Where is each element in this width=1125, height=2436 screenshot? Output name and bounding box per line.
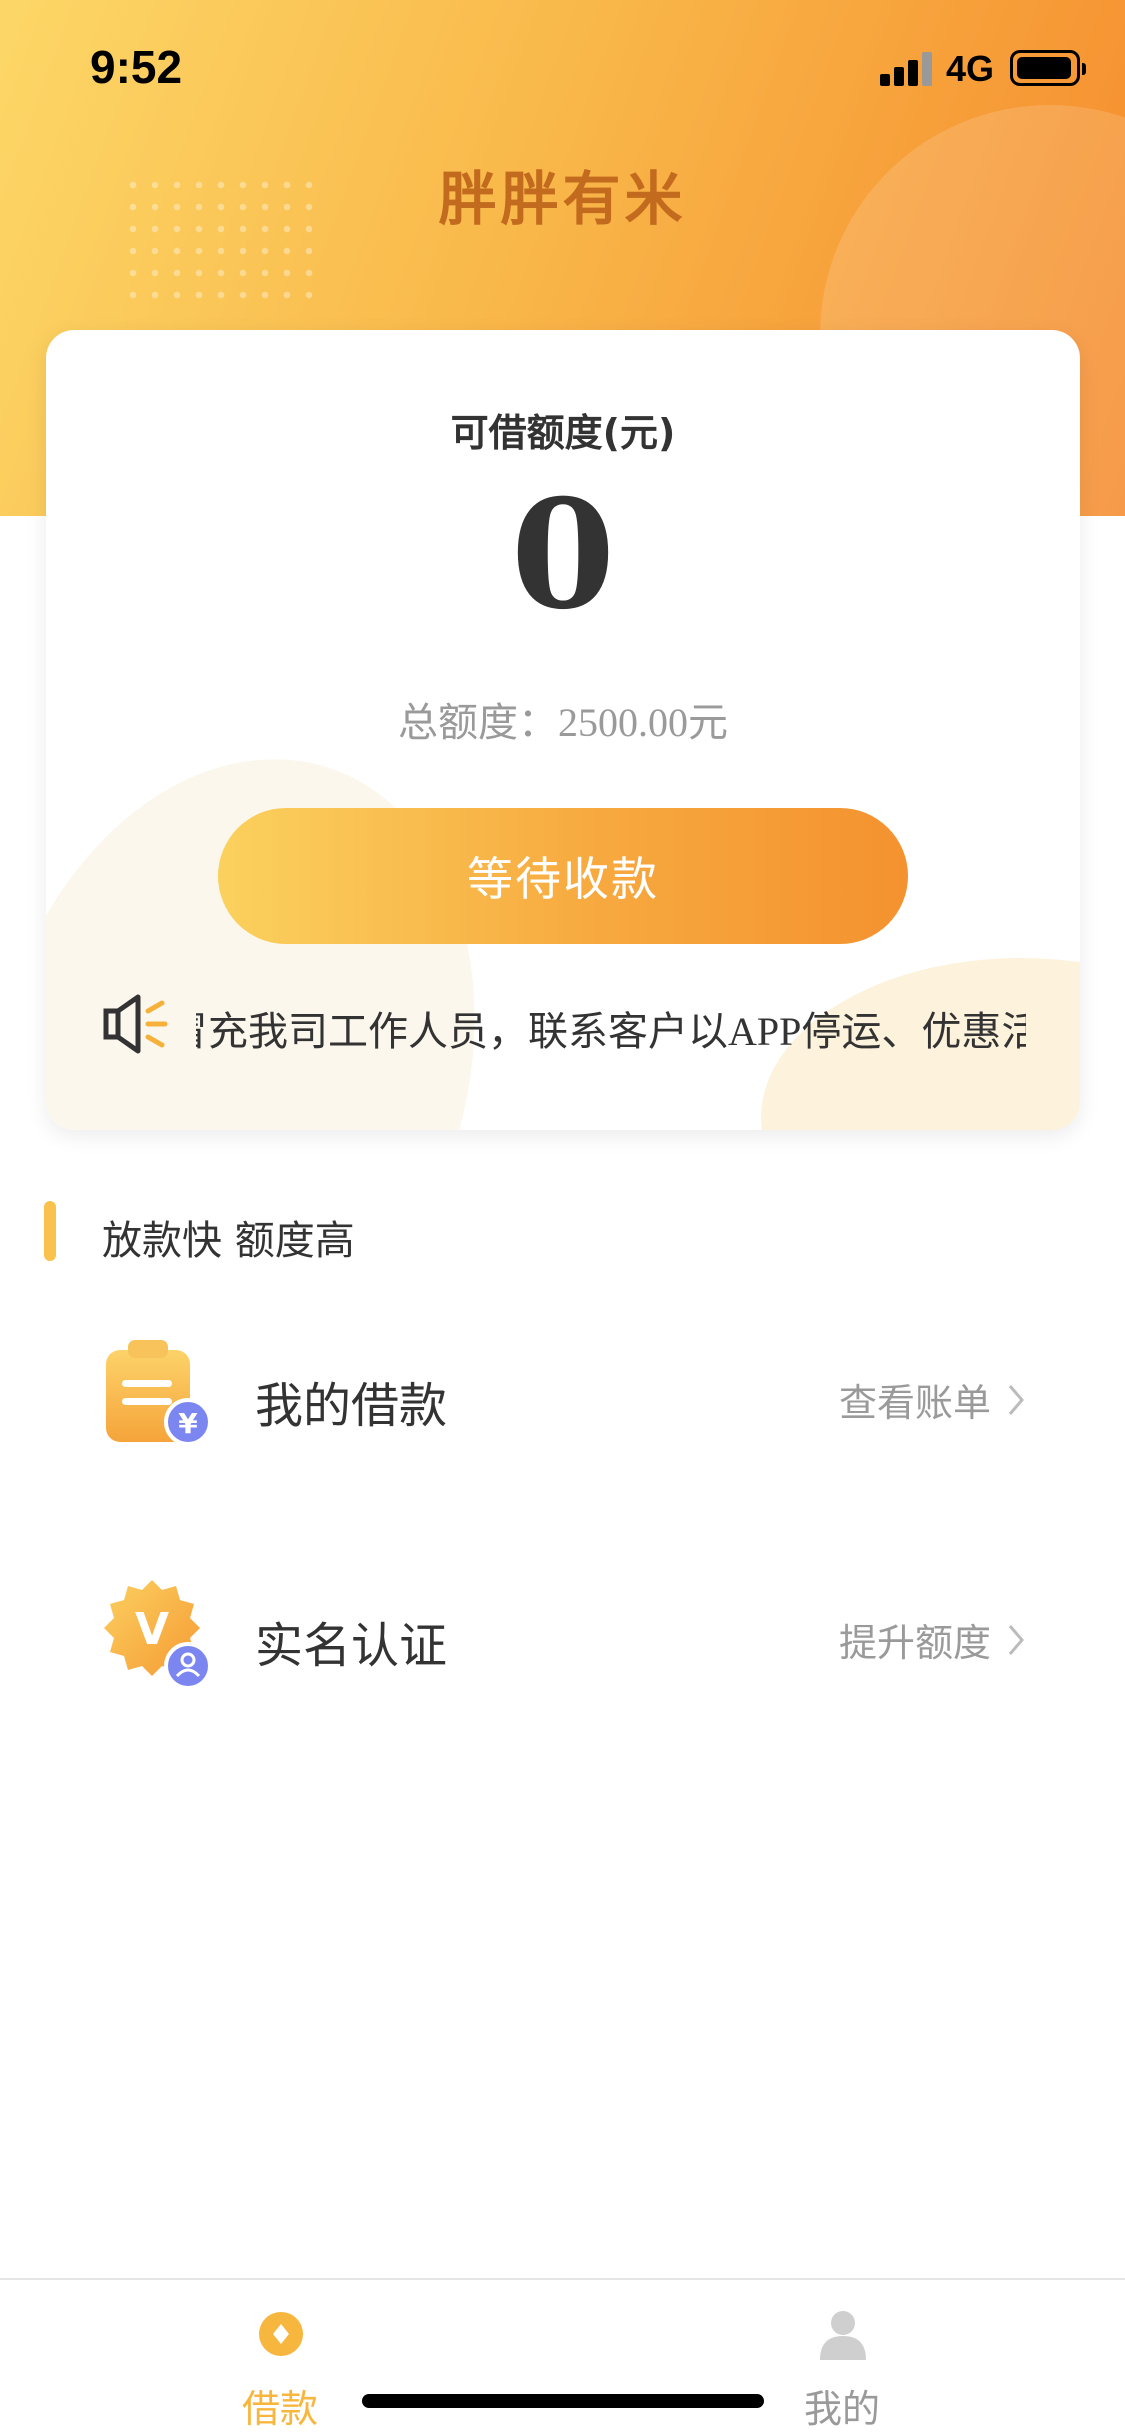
section-accent-bar — [44, 1201, 56, 1261]
raise-limit-link[interactable]: 提升额度 — [839, 1612, 1025, 1667]
available-credit-label: 可借额度(元) — [450, 411, 676, 455]
battery-icon — [1010, 50, 1086, 86]
app-title: 胖胖有米 — [438, 165, 687, 233]
verified-badge-icon: V — [104, 1580, 212, 1690]
chevron-right-icon — [1008, 1384, 1024, 1415]
loan-tab-icon — [259, 2312, 303, 2356]
menu-item-real-name-verification[interactable]: V 实名认证 提升额度 — [0, 1556, 1125, 1716]
notice-text: 冒充我司工作人员，联系客户以APP停运、优惠活动等为由 — [196, 1009, 1026, 1054]
available-credit-amount: 0 — [510, 467, 616, 643]
status-time: 9:52 — [90, 41, 183, 93]
tab-label-loan: 借款 — [241, 2387, 318, 2431]
menu-label-my-loans: 我的借款 — [255, 1378, 448, 1434]
status-bar: 9:52 4G — [0, 0, 1125, 132]
credit-limit-card: 可借额度(元) 0 总额度：2500.00元 等待收款 冒充我司工作人员，联系客… — [46, 330, 1080, 1130]
loan-clipboard-icon: ¥ — [106, 1340, 212, 1446]
profile-tab-icon — [820, 2311, 866, 2360]
tab-label-mine: 我的 — [803, 2387, 880, 2431]
menu-item-my-loans[interactable]: ¥ 我的借款 查看账单 — [0, 1316, 1125, 1476]
view-bill-link[interactable]: 查看账单 — [839, 1372, 1025, 1427]
notice-marquee: 冒充我司工作人员，联系客户以APP停运、优惠活动等为由 — [196, 985, 1026, 1065]
tab-mine[interactable]: 我的 — [742, 2280, 942, 2436]
network-type: 4G — [946, 48, 995, 89]
menu-label-verification: 实名认证 — [255, 1618, 448, 1674]
signal-strength-icon — [880, 52, 936, 86]
wait-receive-button[interactable]: 等待收款 — [218, 808, 908, 944]
notice-bar[interactable]: 冒充我司工作人员，联系客户以APP停运、优惠活动等为由 — [102, 985, 1062, 1065]
section-title: 放款快 额度高 — [102, 1218, 355, 1264]
tab-loan[interactable]: 借款 — [180, 2280, 380, 2436]
svg-text:¥: ¥ — [178, 1407, 198, 1440]
speaker-icon — [103, 994, 168, 1054]
total-credit-text: 总额度：2500.00元 — [398, 700, 728, 745]
chevron-right-icon — [1008, 1624, 1024, 1655]
raise-limit-text: 提升额度 — [838, 1621, 991, 1665]
svg-text:V: V — [135, 1604, 169, 1655]
tab-bar: 借款 我的 — [0, 2278, 1125, 2436]
home-indicator — [362, 2394, 764, 2408]
view-bill-text: 查看账单 — [838, 1381, 991, 1425]
